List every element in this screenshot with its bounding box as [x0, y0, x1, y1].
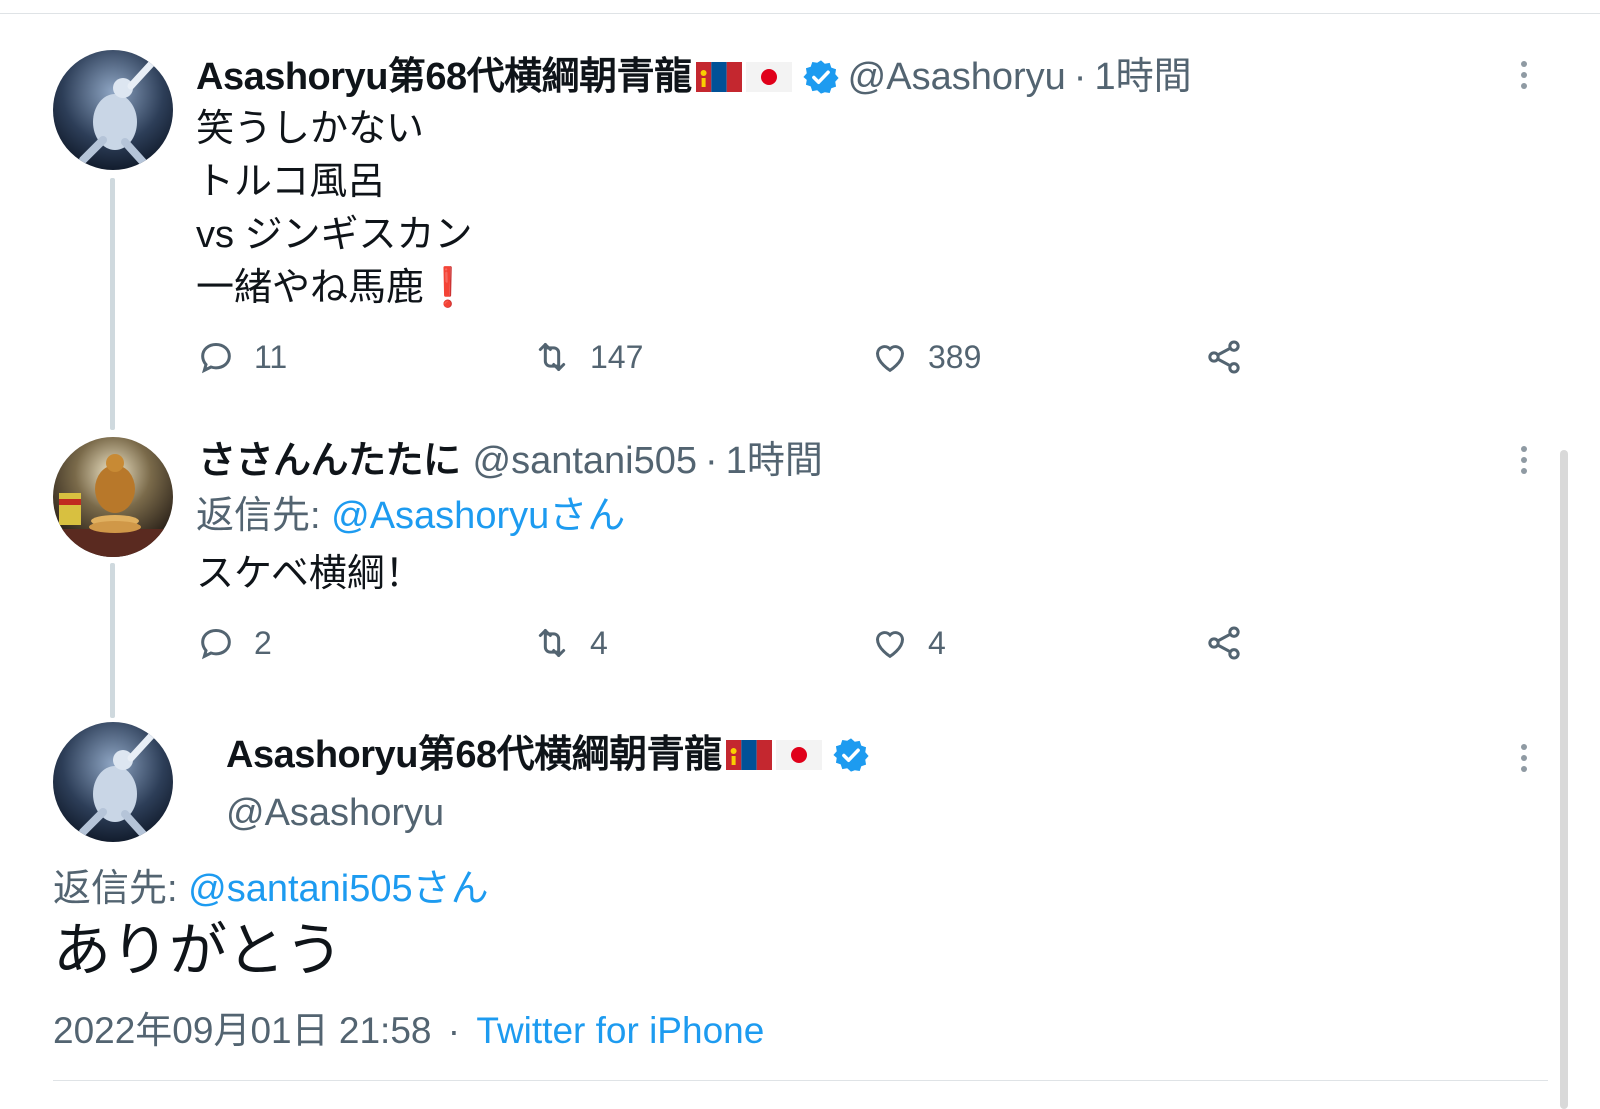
heart-icon: [875, 345, 905, 373]
separator-dot: ·: [705, 440, 718, 482]
more-options-icon[interactable]: [1512, 442, 1536, 478]
display-name[interactable]: Asashoryu第68代横綱朝青龍: [226, 730, 722, 780]
like-count: 389: [928, 338, 982, 375]
tweet-line: トルコ風呂: [196, 161, 386, 203]
tweet-header: Asashoryu第68代横綱朝青龍 @Asashoryu · 1時間: [196, 52, 1192, 102]
avatar[interactable]: [53, 437, 173, 557]
reply-button[interactable]: 11: [196, 337, 287, 377]
tweet-actions: 11 147 389: [196, 337, 1256, 381]
reply-count: 2: [254, 624, 272, 661]
tweet-line-text: 一緒やね馬鹿: [196, 267, 425, 309]
retweet-icon: [538, 629, 566, 657]
share-icon: [1208, 340, 1240, 374]
tweet-timestamp[interactable]: 2022年09月01日 21:58: [53, 1010, 432, 1051]
tweet-meta: 2022年09月01日 21:58 · Twitter for iPhone: [53, 1006, 764, 1056]
mongolia-flag-icon: [725, 740, 772, 770]
japan-flag-icon: [745, 62, 792, 92]
like-count: 4: [928, 624, 946, 661]
retweet-icon: [538, 343, 566, 371]
mongolia-flag-icon: [695, 62, 742, 92]
heart-icon: [875, 631, 905, 659]
share-button[interactable]: [1204, 337, 1262, 377]
reply-mention-link[interactable]: @santani505さん: [188, 868, 489, 910]
retweet-button[interactable]: 4: [532, 623, 608, 663]
reply-to-label: 返信先:: [53, 868, 189, 910]
thread-line: [110, 563, 115, 718]
separator-dot: ·: [1073, 56, 1087, 98]
tweet-time[interactable]: 1時間: [1094, 52, 1191, 102]
display-name[interactable]: ささんんたたに: [198, 436, 461, 486]
tweet-line: vs ジンギスカン: [196, 214, 473, 256]
share-icon: [1208, 626, 1240, 660]
reply-icon: [201, 342, 231, 374]
scrollbar[interactable]: [1560, 450, 1568, 1109]
avatar[interactable]: [53, 50, 173, 170]
tweet-source-link[interactable]: Twitter for iPhone: [476, 1010, 764, 1051]
bottom-divider: [53, 1080, 1548, 1081]
tweet-text: ありがとう: [53, 918, 344, 983]
top-divider: [0, 13, 1600, 14]
retweet-count: 4: [590, 624, 608, 661]
reply-mention-link[interactable]: @Asashoryuさん: [331, 495, 625, 537]
reply-icon: [201, 628, 231, 660]
japan-flag-icon: [775, 740, 822, 770]
tweet-header: ささんんたたに @santani505 · 1時間: [198, 436, 823, 486]
like-button[interactable]: 4: [870, 623, 946, 663]
tweet-line: 一緒やね馬鹿❗: [196, 262, 473, 315]
exclamation-emoji: ❗: [424, 267, 472, 309]
share-button[interactable]: [1204, 623, 1262, 663]
like-button[interactable]: 389: [870, 337, 981, 377]
avatar[interactable]: [53, 722, 173, 842]
user-handle[interactable]: @Asashoryu: [848, 52, 1066, 102]
reply-to-label: 返信先:: [196, 495, 332, 537]
tweet-line: 笑うしかない: [196, 108, 425, 150]
thread-line: [110, 178, 115, 430]
user-handle[interactable]: @Asashoryu: [226, 788, 878, 838]
tweet-text: スケベ横綱！: [196, 553, 423, 595]
retweet-button[interactable]: 147: [532, 337, 643, 377]
more-options-icon[interactable]: [1512, 57, 1536, 93]
separator-dot: ·: [447, 1010, 461, 1051]
reply-button[interactable]: 2: [196, 623, 272, 663]
reply-to: 返信先: @santani505さん: [53, 864, 489, 914]
verified-badge-icon: [802, 58, 840, 96]
reply-to: 返信先: @Asashoryuさん: [196, 491, 625, 541]
verified-badge-icon: [832, 736, 870, 774]
reply-count: 11: [254, 338, 288, 375]
tweet-time[interactable]: 1時間: [726, 436, 823, 486]
display-name[interactable]: Asashoryu第68代横綱朝青龍: [196, 52, 692, 102]
author-name-row: Asashoryu第68代横綱朝青龍: [226, 730, 878, 780]
retweet-count: 147: [590, 338, 644, 375]
tweet-text: 笑うしかない トルコ風呂 vs ジンギスカン 一緒やね馬鹿❗: [196, 103, 473, 315]
tweet-actions: 2 4 4: [196, 623, 1256, 667]
author-block: Asashoryu第68代横綱朝青龍 @Asashoryu: [226, 730, 878, 838]
user-handle[interactable]: @santani505: [473, 436, 698, 486]
more-options-icon[interactable]: [1512, 740, 1536, 776]
